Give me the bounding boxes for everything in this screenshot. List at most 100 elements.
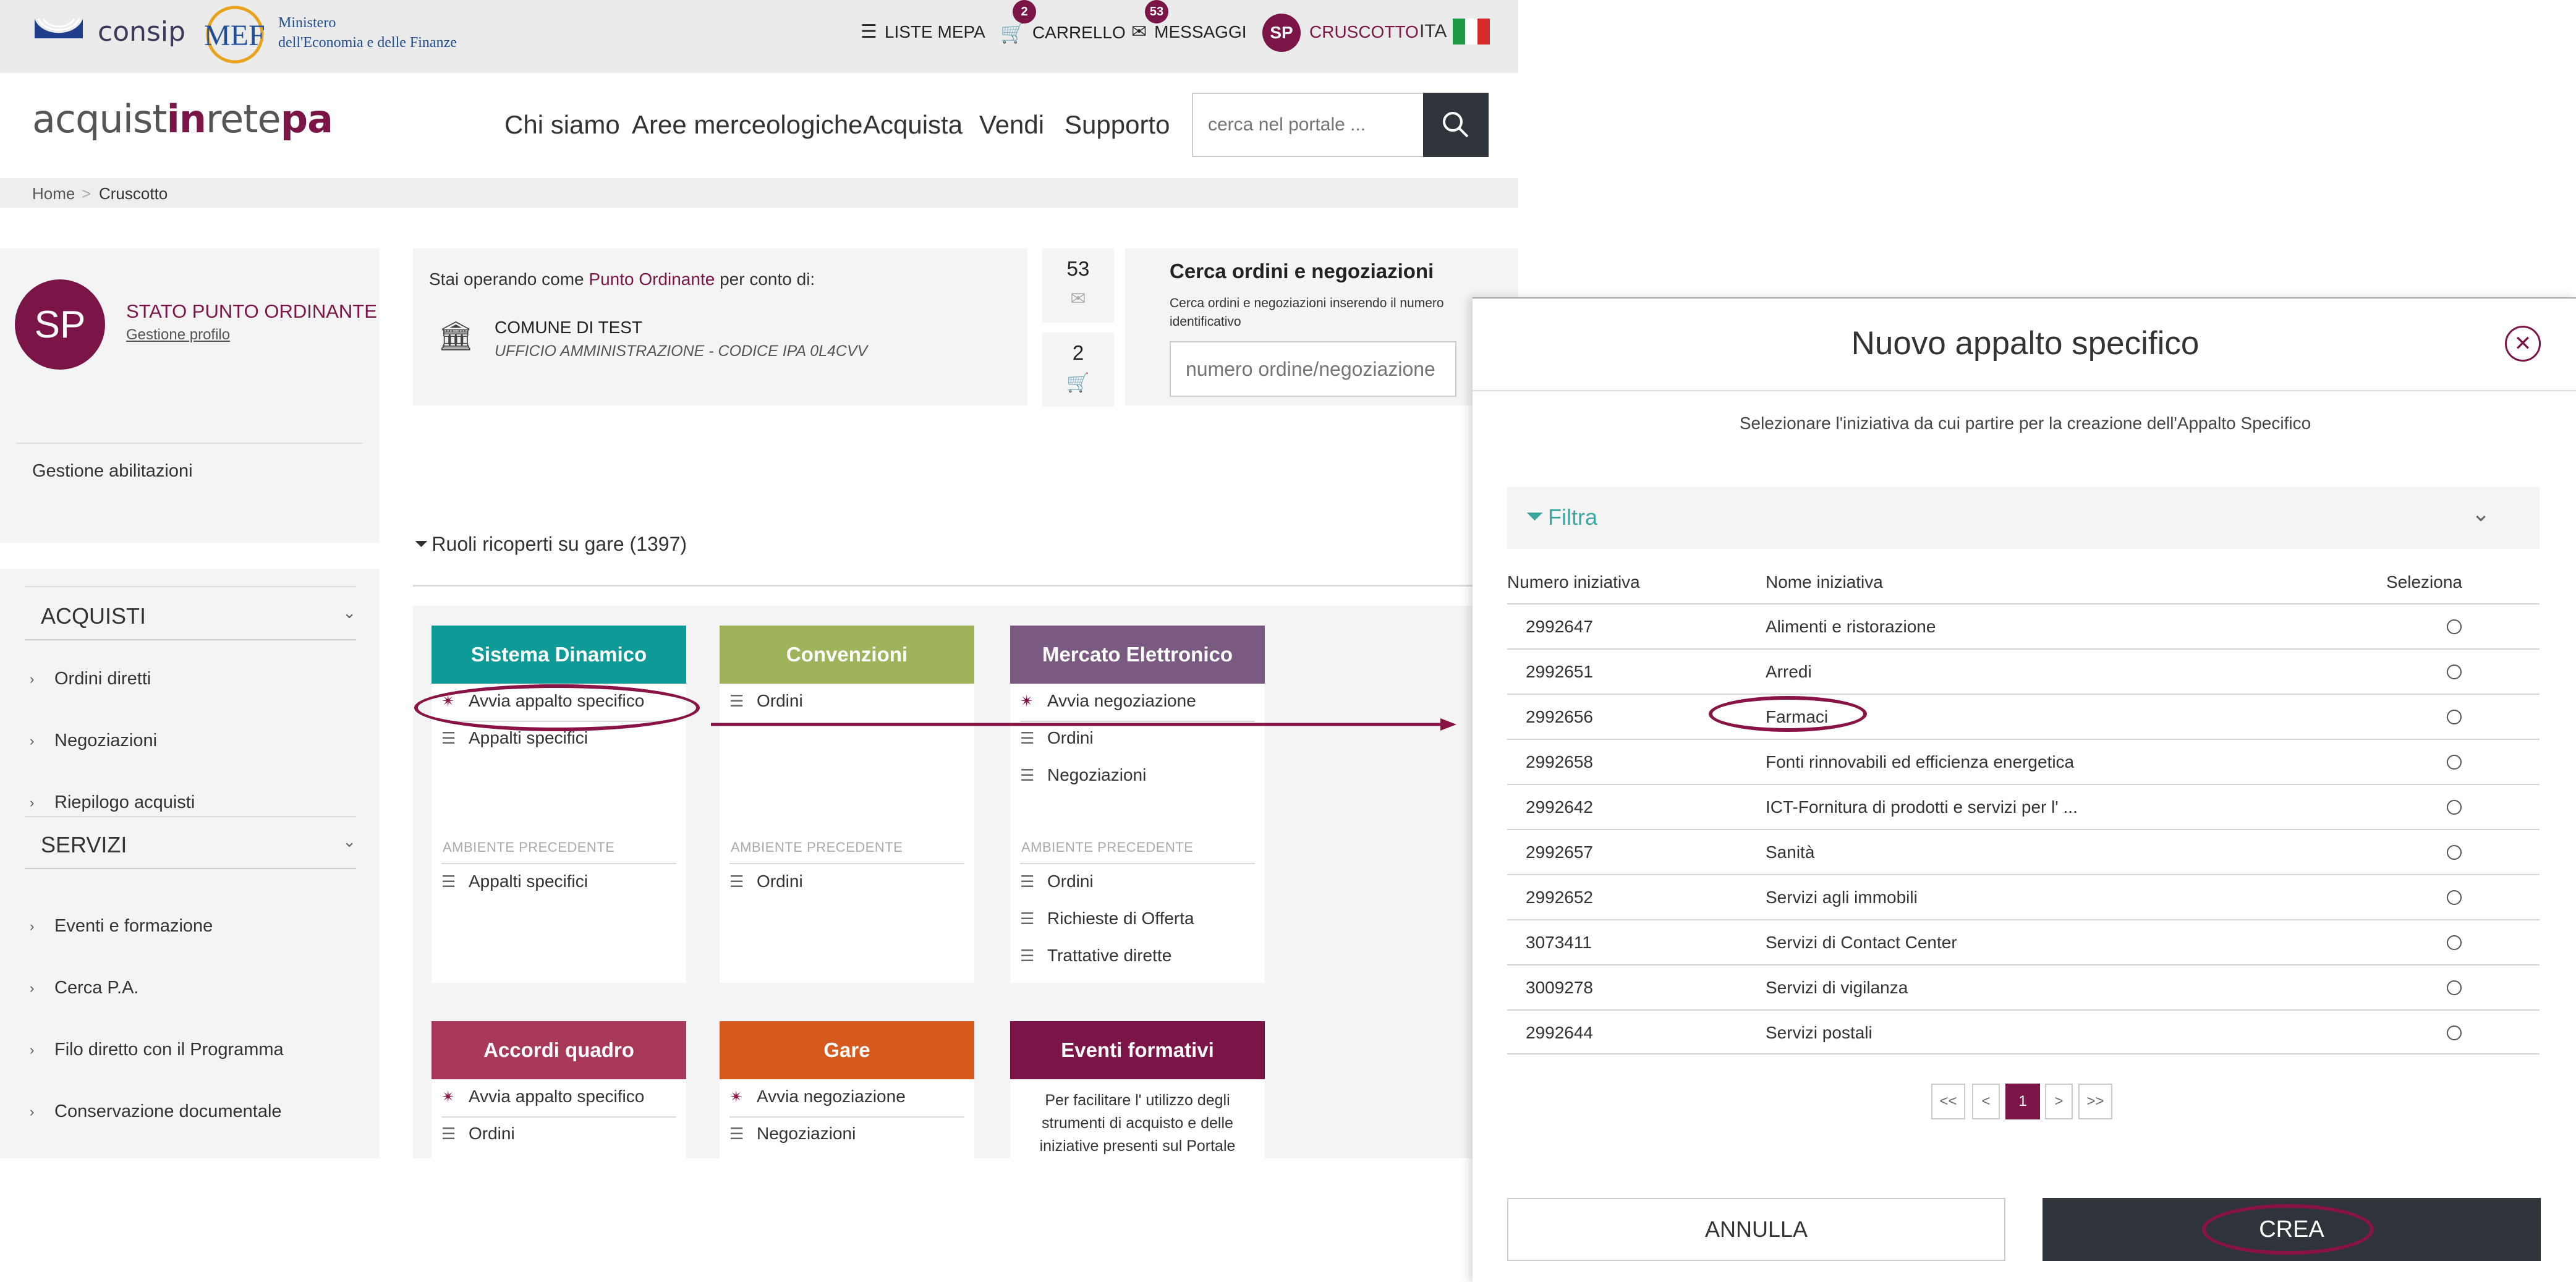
aq-ordini[interactable]: ☰ Ordini	[441, 1124, 676, 1144]
table-row[interactable]: 2992658 Fonti rinnovabili ed efficienza e…	[1507, 739, 2540, 784]
table-row[interactable]: 2992657 Sanità	[1507, 829, 2540, 874]
list-icon: ☰	[1020, 946, 1035, 965]
conv-ordini[interactable]: ☰ Ordini	[729, 691, 964, 711]
messages-counter[interactable]: 53 ✉	[1042, 248, 1114, 323]
gare-negoziazioni[interactable]: ☰ Negoziazioni	[729, 1124, 964, 1144]
pagination-next[interactable]: >	[2045, 1084, 2073, 1119]
chevron-down-icon: ⌄	[2472, 501, 2491, 526]
radio-button[interactable]	[2447, 755, 2462, 770]
sidebar-item-filo-diretto[interactable]: Filo diretto con il Programma	[54, 1040, 284, 1060]
table-row[interactable]: 3009278 Servizi di vigilanza	[1507, 964, 2540, 1009]
search-orders-panel: Cerca ordini e negoziazioni Cerca ordini…	[1125, 248, 1518, 405]
ruoli-filter[interactable]: ⏷ Ruoli ricoperti su gare (1397)	[414, 533, 687, 556]
me-prev-trattative-label: Trattative dirette	[1047, 946, 1172, 965]
card-sistema-dinamico-header[interactable]: Sistema Dinamico	[431, 626, 686, 684]
radio-button[interactable]	[2447, 980, 2462, 995]
radio-button[interactable]	[2447, 664, 2462, 679]
me-prev-ordini[interactable]: ☰ Ordini	[1020, 872, 1255, 891]
table-row[interactable]: 2992642 ICT-Fornitura di prodotti e servi…	[1507, 784, 2540, 829]
sidebar-item-cerca-pa[interactable]: Cerca P.A.	[54, 978, 138, 998]
pagination-prev[interactable]: <	[1972, 1084, 2000, 1119]
search-orders-desc: Cerca ordini e negoziazioni inserendo il…	[1170, 296, 1444, 329]
sidebar-item-conservazione[interactable]: Conservazione documentale	[54, 1102, 282, 1122]
nav-vendi[interactable]: Vendi	[979, 110, 1044, 140]
consip-logo[interactable]: consip	[98, 16, 185, 48]
portal-search-input[interactable]	[1192, 93, 1426, 157]
me-negoziazioni[interactable]: ☰ Negoziazioni	[1020, 765, 1255, 785]
user-avatar[interactable]: SP	[1262, 14, 1301, 52]
annulla-button[interactable]: ANNULLA	[1507, 1198, 2005, 1261]
gare-avvia-label: Avvia negoziazione	[757, 1087, 906, 1106]
nav-acquista[interactable]: Acquista	[863, 110, 963, 140]
list-icon: ☰	[441, 872, 456, 891]
messaggi-link[interactable]: ✉ MESSAGGI	[1131, 21, 1247, 43]
order-number-input[interactable]	[1170, 341, 1456, 397]
pagination-first[interactable]: <<	[1931, 1084, 1965, 1119]
me-prev-rdo[interactable]: ☰ Richieste di Offerta	[1020, 909, 1255, 928]
card-mercato-header[interactable]: Mercato Elettronico	[1010, 626, 1265, 684]
row-name: Alimenti e ristorazione	[1766, 617, 1936, 636]
radio-button[interactable]	[2447, 845, 2462, 860]
table-row[interactable]: 2992656 Farmaci	[1507, 694, 2540, 739]
mef-logo[interactable]: MEF	[204, 19, 265, 53]
nav-chi-siamo[interactable]: Chi siamo	[504, 110, 620, 140]
table-row[interactable]: 2992647 Alimenti e ristorazione	[1507, 603, 2540, 648]
spinner-icon: ✴	[729, 1087, 743, 1106]
nav-supporto[interactable]: Supporto	[1065, 110, 1170, 140]
table-row[interactable]: 2992652 Servizi agli immobili	[1507, 874, 2540, 919]
chevron-right-icon: ›	[30, 980, 35, 996]
servizi-section-header[interactable]: SERVIZI ⌄	[25, 816, 356, 869]
ambiente-precedente-label: AMBIENTE PRECEDENTE	[443, 839, 615, 855]
sidebar-item-negoziazioni[interactable]: Negoziazioni	[54, 731, 157, 751]
sidebar-item-ordini-diretti[interactable]: Ordini diretti	[54, 669, 151, 689]
sd-prev-appalti[interactable]: ☰ Appalti specifici	[441, 872, 676, 891]
liste-mepa-link[interactable]: ☰ LISTE MEPA	[861, 21, 985, 43]
radio-button[interactable]	[2447, 890, 2462, 905]
cruscotto-link[interactable]: CRUSCOTTO	[1309, 22, 1419, 42]
radio-button[interactable]	[2447, 1025, 2462, 1040]
portal-search-button[interactable]	[1423, 93, 1489, 157]
radio-button[interactable]	[2447, 619, 2462, 634]
card-convenzioni-header[interactable]: Convenzioni	[720, 626, 974, 684]
acquisti-section-header[interactable]: ACQUISTI ⌄	[25, 587, 356, 640]
aq-avvia-appalto[interactable]: ✴ Avvia appalto specifico	[441, 1087, 676, 1106]
conv-prev-ordini[interactable]: ☰ Ordini	[729, 872, 964, 891]
language-selector[interactable]: ITA	[1419, 19, 1490, 45]
table-row[interactable]: 2992644 Servizi postali	[1507, 1009, 2540, 1055]
spinner-icon: ✴	[1020, 691, 1034, 710]
brand-part4: pa	[280, 96, 333, 142]
card-accordi-header[interactable]: Accordi quadro	[431, 1021, 686, 1079]
sidebar-item-riepilogo-acquisti[interactable]: Riepilogo acquisti	[54, 792, 195, 813]
pagination-last[interactable]: >>	[2078, 1084, 2112, 1119]
card-gare-header[interactable]: Gare	[720, 1021, 974, 1079]
nav-aree-merceologiche[interactable]: Aree merceologiche	[632, 110, 863, 140]
sidebar-item-eventi-formazione[interactable]: Eventi e formazione	[54, 916, 213, 936]
gestione-abilitazioni-link[interactable]: Gestione abilitazioni	[32, 461, 193, 482]
chevron-right-icon: ›	[30, 919, 35, 934]
brand-logo[interactable]: acquistinretepa	[32, 96, 333, 142]
carrello-link[interactable]: 🛒 CARRELLO	[1000, 21, 1126, 45]
chevron-down-icon: ⌄	[342, 832, 356, 851]
me-prev-trattative[interactable]: ☰ Trattative dirette	[1020, 946, 1255, 966]
radio-button[interactable]	[2447, 710, 2462, 724]
me-avvia-negoziazione[interactable]: ✴ Avvia negoziazione	[1020, 691, 1255, 711]
modal-header-divider	[1473, 390, 2576, 391]
cart-counter[interactable]: 2 🛒	[1042, 333, 1114, 407]
sd-prev-label: Appalti specifici	[469, 872, 588, 891]
annotation-arrow	[711, 717, 1456, 732]
gestione-profilo-link[interactable]: Gestione profilo	[126, 326, 230, 344]
gare-avvia-negoziazione[interactable]: ✴ Avvia negoziazione	[729, 1087, 964, 1106]
breadcrumb-home[interactable]: Home	[32, 184, 75, 203]
pagination-page-1[interactable]: 1	[2005, 1084, 2040, 1119]
table-row[interactable]: 3073411 Servizi di Contact Center	[1507, 919, 2540, 964]
card-eventi-formativi: Eventi formativi Per facilitare l' utili…	[1010, 1021, 1265, 1158]
table-row[interactable]: 2992651 Arredi	[1507, 648, 2540, 694]
card-eventi-header[interactable]: Eventi formativi	[1010, 1021, 1265, 1079]
modal-close-button[interactable]: ✕	[2505, 326, 2541, 362]
radio-button[interactable]	[2447, 800, 2462, 815]
filter-panel[interactable]: ⏷ Filtra ⌄	[1507, 487, 2540, 549]
radio-button[interactable]	[2447, 935, 2462, 950]
messages-count-badge: 53	[1145, 0, 1168, 23]
row-name: ICT-Fornitura di prodotti e servizi per …	[1766, 797, 2078, 817]
messaggi-label: MESSAGGI	[1154, 22, 1247, 41]
